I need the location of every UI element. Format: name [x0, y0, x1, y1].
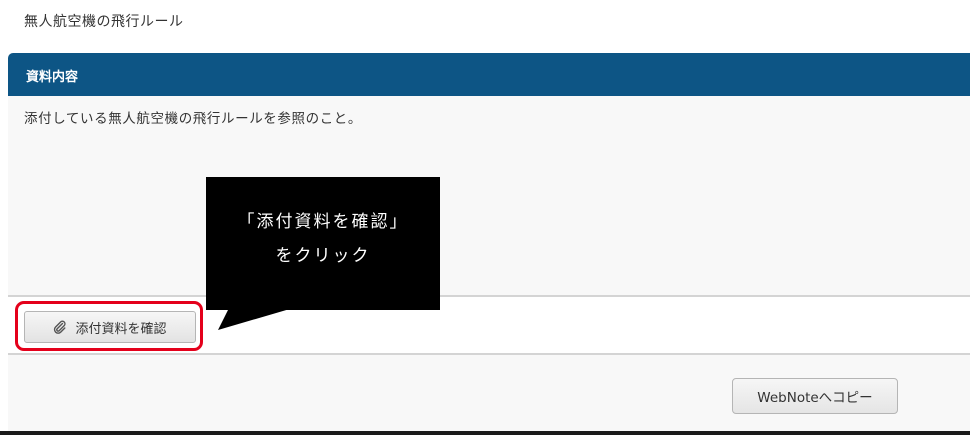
view-attachment-button[interactable]: 添付資料を確認	[24, 311, 196, 343]
callout-pointer	[218, 306, 300, 330]
copy-to-webnote-label: WebNoteへコピー	[757, 390, 873, 406]
description-text: 添付している無人航空機の飛行ルールを参照のこと。	[24, 111, 362, 127]
content-area: 添付している無人航空機の飛行ルールを参照のこと。	[8, 96, 970, 296]
page: 無人航空機の飛行ルール 資料内容 添付している無人航空機の飛行ルールを参照のこと…	[0, 0, 970, 435]
view-attachment-button-label: 添付資料を確認	[75, 321, 167, 337]
document-title-bar: 無人航空機の飛行ルール	[0, 0, 970, 52]
section-header: 資料内容	[8, 53, 970, 96]
callout-box: 「添付資料を確認」 をクリック	[206, 177, 440, 310]
callout-text: 「添付資料を確認」 をクリック	[206, 205, 440, 273]
copy-to-webnote-button[interactable]: WebNoteへコピー	[732, 378, 898, 414]
paperclip-icon	[53, 320, 67, 334]
document-title: 無人航空機の飛行ルール	[24, 14, 184, 30]
bottom-border	[0, 431, 970, 435]
section-header-label: 資料内容	[26, 70, 79, 85]
callout-line-1: 「添付資料を確認」	[237, 212, 409, 232]
callout-line-2: をクリック	[275, 246, 371, 266]
